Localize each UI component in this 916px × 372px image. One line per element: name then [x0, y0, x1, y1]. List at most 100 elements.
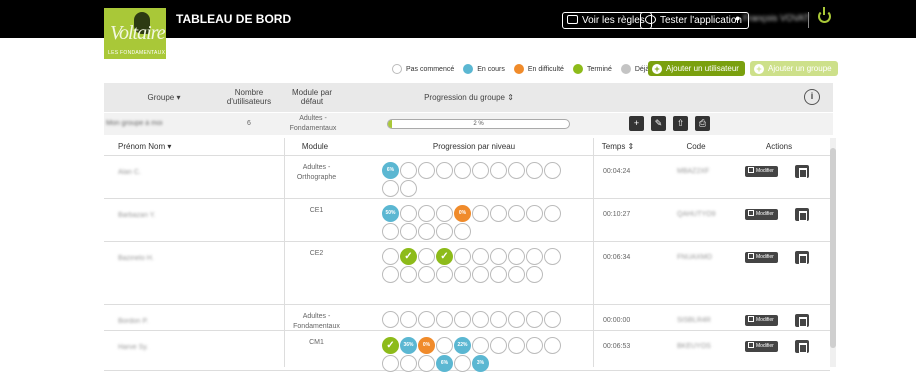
level-circle[interactable] [472, 248, 489, 265]
level-circle[interactable] [490, 162, 507, 179]
user-menu[interactable]: ● François VOVAT [735, 13, 809, 23]
level-circle[interactable] [472, 337, 489, 354]
add-user-button[interactable]: +Ajouter un utilisateur [648, 61, 745, 76]
info-icon[interactable]: i [804, 89, 820, 105]
level-circle[interactable] [400, 311, 417, 328]
level-circle[interactable]: 6% [436, 355, 453, 372]
level-circle[interactable] [400, 162, 417, 179]
level-circle[interactable] [382, 266, 399, 283]
level-circle[interactable] [472, 162, 489, 179]
level-circle[interactable] [400, 266, 417, 283]
level-circle[interactable] [472, 266, 489, 283]
level-circle[interactable] [400, 180, 417, 197]
level-circle[interactable] [454, 311, 471, 328]
level-circle[interactable] [400, 223, 417, 240]
level-circle[interactable]: 6% [382, 162, 399, 179]
level-circle[interactable] [544, 337, 561, 354]
level-circle[interactable] [436, 311, 453, 328]
col-group-progress[interactable]: Progression du groupe ⇕ [404, 93, 534, 102]
level-circle[interactable] [490, 311, 507, 328]
level-circle[interactable] [526, 205, 543, 222]
level-circle[interactable]: 50% [382, 205, 399, 222]
level-circle[interactable] [454, 355, 471, 372]
level-circle[interactable] [526, 337, 543, 354]
col-name[interactable]: Prénom Nom ▾ [118, 142, 171, 151]
trash-icon[interactable] [795, 314, 809, 327]
test-app-button[interactable]: Tester l'application [640, 12, 749, 29]
level-circle[interactable]: 22% [454, 337, 471, 354]
level-circle[interactable] [382, 311, 399, 328]
level-circle[interactable] [490, 205, 507, 222]
level-circle[interactable] [418, 223, 435, 240]
level-circle[interactable]: ✓ [400, 248, 417, 265]
modify-button[interactable]: Modifier [745, 341, 778, 352]
level-circle[interactable]: ✓ [382, 337, 399, 354]
level-circle[interactable] [526, 311, 543, 328]
level-circle[interactable] [490, 266, 507, 283]
trash-icon[interactable] [795, 165, 809, 178]
level-circle[interactable] [454, 223, 471, 240]
level-circle[interactable] [436, 266, 453, 283]
level-circle[interactable]: ✓ [436, 248, 453, 265]
print-icon[interactable]: ⎙ [695, 116, 710, 131]
level-circle[interactable] [436, 205, 453, 222]
level-circle[interactable] [472, 205, 489, 222]
level-circle[interactable] [418, 205, 435, 222]
upload-icon[interactable]: ⇧ [673, 116, 688, 131]
group-name[interactable]: Mon groupe à moi [106, 120, 186, 127]
level-circle[interactable] [400, 355, 417, 372]
level-circle[interactable] [454, 266, 471, 283]
trash-icon[interactable] [795, 251, 809, 264]
col-group[interactable]: Groupe ▾ [124, 93, 204, 102]
edit-icon[interactable]: ✎ [651, 116, 666, 131]
trash-icon[interactable] [795, 340, 809, 353]
level-circle[interactable]: 3% [472, 355, 489, 372]
scrollbar[interactable] [830, 138, 836, 367]
trash-icon[interactable] [795, 208, 809, 221]
level-circle[interactable] [382, 248, 399, 265]
level-circle[interactable] [508, 162, 525, 179]
level-circle[interactable] [526, 248, 543, 265]
level-circle[interactable] [436, 223, 453, 240]
level-circle[interactable] [544, 311, 561, 328]
scrollbar-thumb[interactable] [830, 148, 836, 348]
group-row[interactable]: Mon groupe à moi 6 Adultes - Fondamentau… [104, 113, 833, 135]
level-circle[interactable] [508, 205, 525, 222]
level-circle[interactable] [508, 311, 525, 328]
level-circle[interactable] [382, 355, 399, 372]
power-icon[interactable] [818, 10, 831, 23]
modify-button[interactable]: Modifier [745, 252, 778, 263]
modify-button[interactable]: Modifier [745, 315, 778, 326]
level-circle[interactable]: 0% [454, 205, 471, 222]
level-circle[interactable] [544, 248, 561, 265]
level-circle[interactable] [418, 266, 435, 283]
level-circle[interactable] [508, 337, 525, 354]
level-circle[interactable] [382, 223, 399, 240]
level-circle[interactable] [400, 205, 417, 222]
level-circle[interactable] [418, 162, 435, 179]
level-circle[interactable] [418, 248, 435, 265]
level-circle[interactable] [382, 180, 399, 197]
add-group-button[interactable]: +Ajouter un groupe [750, 61, 838, 76]
level-circle[interactable] [472, 311, 489, 328]
level-circle[interactable] [436, 337, 453, 354]
modify-button[interactable]: Modifier [745, 166, 778, 177]
level-circle[interactable] [454, 248, 471, 265]
level-circle[interactable] [508, 266, 525, 283]
level-circle[interactable] [544, 205, 561, 222]
rules-button[interactable]: Voir les règles [562, 12, 652, 29]
add-user-to-group-icon[interactable]: + [629, 116, 644, 131]
level-circle[interactable]: 0% [418, 337, 435, 354]
col-time[interactable]: Temps ⇕ [598, 142, 638, 151]
level-circle[interactable] [418, 355, 435, 372]
level-circle[interactable] [490, 337, 507, 354]
level-circle[interactable] [526, 162, 543, 179]
level-circle[interactable] [544, 162, 561, 179]
level-circle[interactable] [508, 248, 525, 265]
level-circle[interactable]: 36% [400, 337, 417, 354]
level-circle[interactable] [418, 311, 435, 328]
voltaire-logo[interactable]: Voltaire LES FONDAMENTAUX [104, 8, 166, 59]
level-circle[interactable] [490, 248, 507, 265]
modify-button[interactable]: Modifier [745, 209, 778, 220]
level-circle[interactable] [454, 162, 471, 179]
